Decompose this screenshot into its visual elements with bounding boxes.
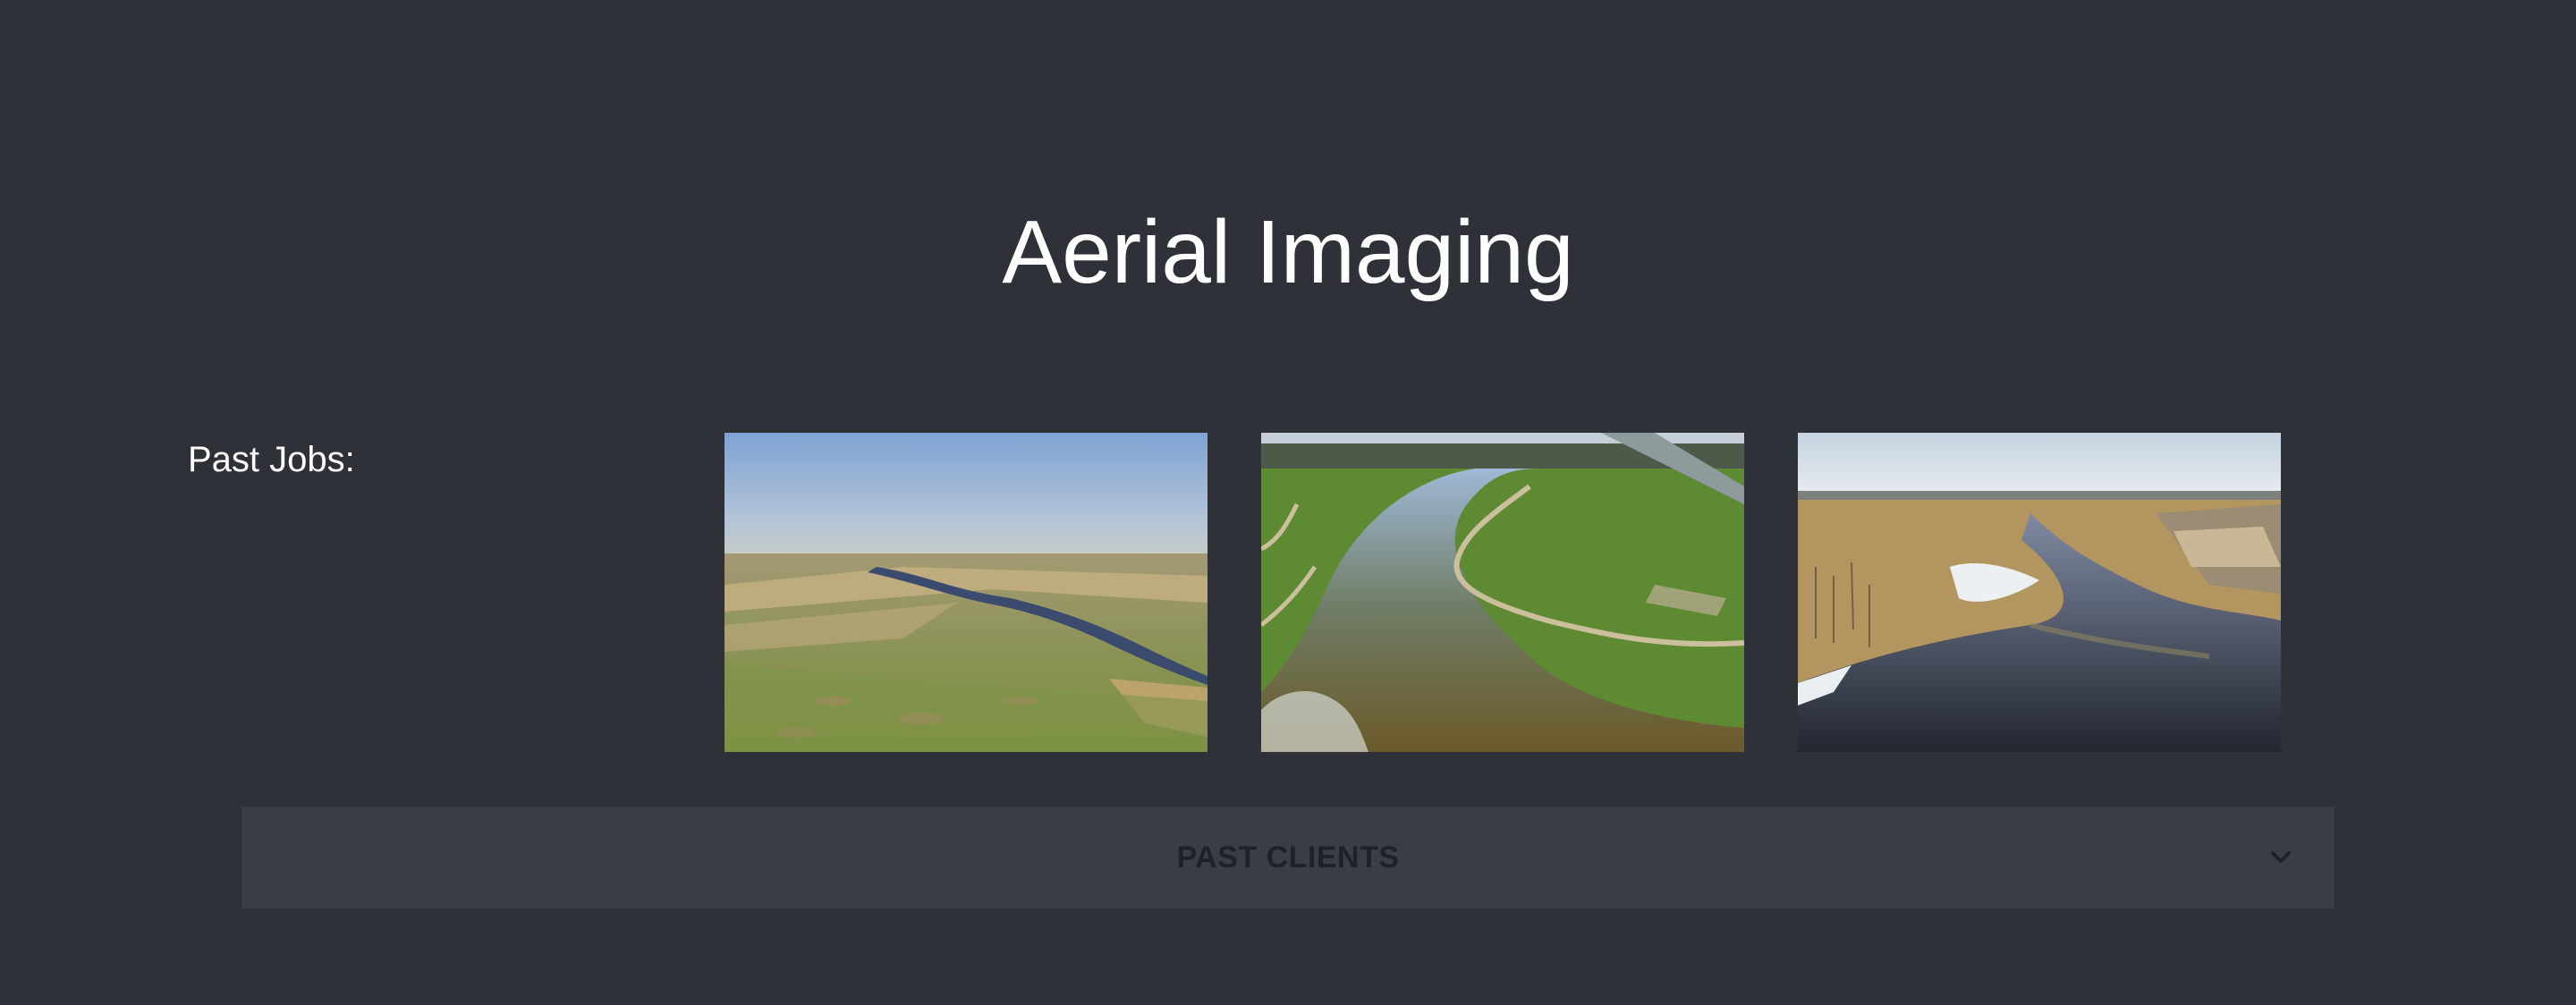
past-job-photo-wetland[interactable] bbox=[1798, 433, 2281, 752]
past-jobs-label: Past Jobs: bbox=[188, 440, 355, 479]
past-clients-accordion[interactable]: PAST CLIENTS bbox=[242, 807, 2334, 908]
page-title: Aerial Imaging bbox=[1002, 202, 1574, 302]
past-job-photo-prairie-river[interactable] bbox=[724, 433, 1208, 752]
chevron-down-icon[interactable] bbox=[2267, 843, 2295, 872]
past-clients-label: PAST CLIENTS bbox=[1176, 840, 1400, 874]
landscape-image-icon bbox=[1798, 433, 2281, 752]
past-job-photo-park-pond[interactable] bbox=[1261, 433, 1744, 752]
landscape-image-icon bbox=[724, 433, 1208, 752]
landscape-image-icon bbox=[1261, 433, 1744, 752]
